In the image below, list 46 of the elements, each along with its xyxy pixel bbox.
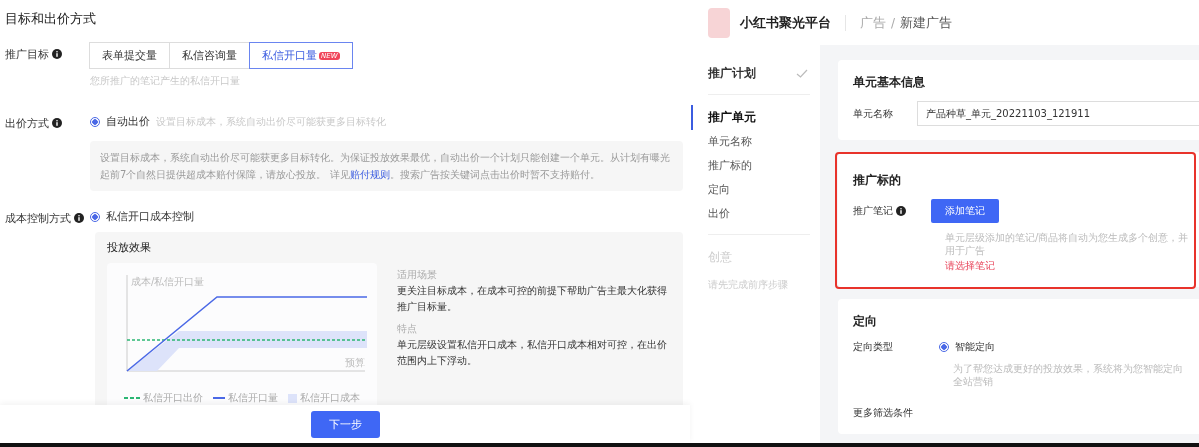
info-icon <box>74 213 84 223</box>
breadcrumb-separator: / <box>891 15 896 30</box>
goal-tab[interactable]: 表单提交量 <box>89 42 170 69</box>
info-icon <box>896 206 906 216</box>
card-title: 投放效果 <box>107 240 152 255</box>
field-label: 推广目标 <box>5 47 49 62</box>
radio-label: 自动出价 <box>106 114 150 129</box>
add-note-button[interactable]: 添加笔记 <box>931 199 999 223</box>
info-icon <box>52 118 62 128</box>
legend-label: 私信开口出价 <box>143 391 203 405</box>
desc-text: 单元层级设置私信开口成本，私信开口成本相对可控，在出价范围内上下浮动。 <box>397 338 668 368</box>
field-label: 推广笔记 <box>853 204 893 218</box>
section-title: 目标和出价方式 <box>5 10 97 28</box>
desc-title: 特点 <box>397 322 418 336</box>
field-label: 单元名称 <box>853 106 894 121</box>
radio-button[interactable] <box>90 116 100 127</box>
sidebar-step[interactable]: 推广计划 <box>691 61 810 86</box>
info-icon <box>52 49 62 59</box>
radio-label: 私信开口成本控制 <box>106 209 194 224</box>
legend-label: 私信开口成本 <box>300 391 360 405</box>
error-message: 请选择笔记 <box>945 259 996 273</box>
legend-label: 私信开口量 <box>228 391 278 405</box>
field-label: 出价方式 <box>5 116 49 131</box>
radio-button[interactable] <box>90 211 100 222</box>
field-label: 更多筛选条件 <box>853 406 914 420</box>
desc-text: 更关注目标成本，在成本可控的前提下帮助广告主最大化获得推广目标量。 <box>397 284 668 314</box>
card-title: 推广标的 <box>853 172 902 189</box>
next-step-button[interactable]: 下一步 <box>310 410 380 438</box>
sidebar-item[interactable]: 单元名称 <box>708 130 810 154</box>
field-label: 成本控制方式 <box>5 211 71 226</box>
compensation-rules-link[interactable]: 赔付规则 <box>349 169 390 180</box>
desc-title: 适用场景 <box>397 268 438 282</box>
logo-placeholder <box>708 7 730 38</box>
radio-label: 智能定向 <box>955 340 995 354</box>
card-title: 定向 <box>853 313 878 330</box>
unit-name-field[interactable]: 产品种草_单元_20221103_121911 <box>917 101 1199 126</box>
sidebar-item[interactable]: 定向 <box>708 178 810 202</box>
sidebar-step[interactable]: 推广单元 <box>691 105 810 130</box>
card-title: 单元基本信息 <box>853 74 926 91</box>
breadcrumb-item: 新建广告 <box>900 13 953 32</box>
field-label: 定向类型 <box>853 340 894 354</box>
brand-name: 小红书聚光平台 <box>740 13 831 32</box>
sidebar-item[interactable]: 出价 <box>708 202 810 226</box>
goal-tab[interactable]: 私信咨询量 <box>169 42 250 69</box>
sidebar-item[interactable]: 推广标的 <box>708 154 810 178</box>
radio-button[interactable] <box>939 342 949 352</box>
